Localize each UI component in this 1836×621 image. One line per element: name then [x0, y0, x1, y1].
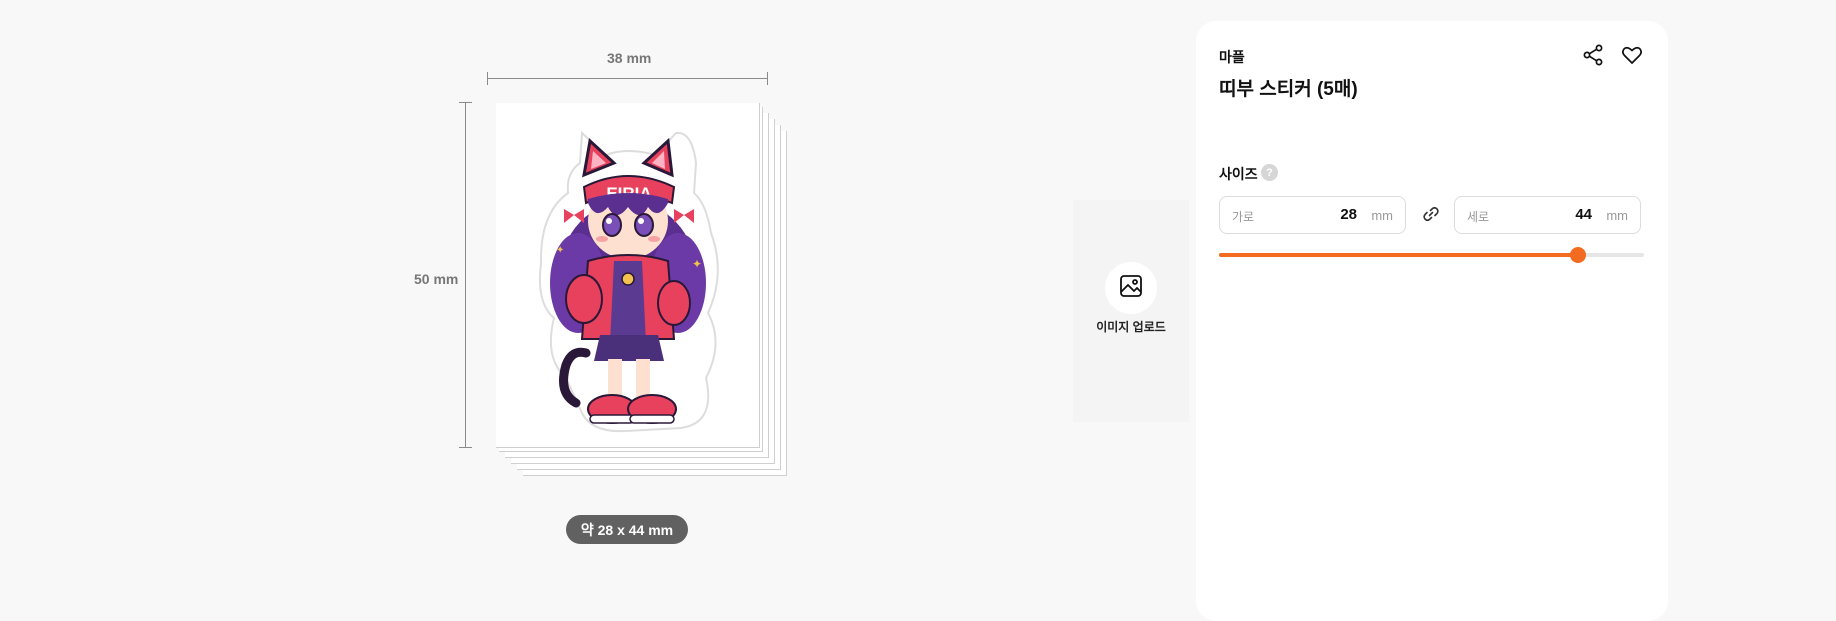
link-ratio-button[interactable]	[1419, 204, 1443, 228]
height-input[interactable]: 세로 44 mm	[1454, 196, 1641, 234]
upload-image-button[interactable]	[1105, 262, 1157, 314]
height-value[interactable]: 44	[1575, 206, 1592, 223]
size-slider-thumb[interactable]	[1570, 247, 1586, 263]
image-icon	[1118, 273, 1144, 304]
size-slider-fill	[1219, 253, 1578, 257]
size-section-label: 사이즈	[1219, 166, 1258, 182]
link-icon	[1422, 205, 1440, 228]
height-dimension-line	[465, 102, 466, 447]
product-options-panel	[1196, 21, 1668, 621]
width-dimension-line	[487, 78, 767, 79]
sticker-character-image: EIRIA	[538, 130, 719, 433]
svg-text:✦: ✦	[692, 257, 702, 271]
width-dimension-label: 38 mm	[607, 50, 652, 66]
brand-name: 마플	[1219, 49, 1245, 65]
sticker-sheet-front: EIRIA	[496, 103, 760, 448]
upload-image-label[interactable]: 이미지 업로드	[1090, 318, 1172, 335]
size-slider[interactable]	[1219, 247, 1644, 263]
width-placeholder: 가로	[1232, 210, 1255, 224]
svg-text:✦: ✦	[556, 245, 564, 256]
share-icon	[1582, 44, 1604, 71]
product-title: 띠부 스티커 (5매)	[1219, 79, 1358, 100]
size-help-icon[interactable]: ?	[1261, 164, 1278, 181]
height-dimension-label: 50 mm	[414, 271, 459, 287]
height-placeholder: 세로	[1467, 210, 1490, 224]
size-summary-badge: 약 28 x 44 mm	[566, 515, 688, 544]
heart-icon	[1621, 44, 1643, 71]
width-input[interactable]: 가로 28 mm	[1219, 196, 1406, 234]
width-unit: mm	[1371, 208, 1393, 223]
share-button[interactable]	[1580, 44, 1606, 70]
favorite-button[interactable]	[1619, 44, 1645, 70]
height-unit: mm	[1606, 208, 1628, 223]
width-value[interactable]: 28	[1340, 206, 1357, 223]
